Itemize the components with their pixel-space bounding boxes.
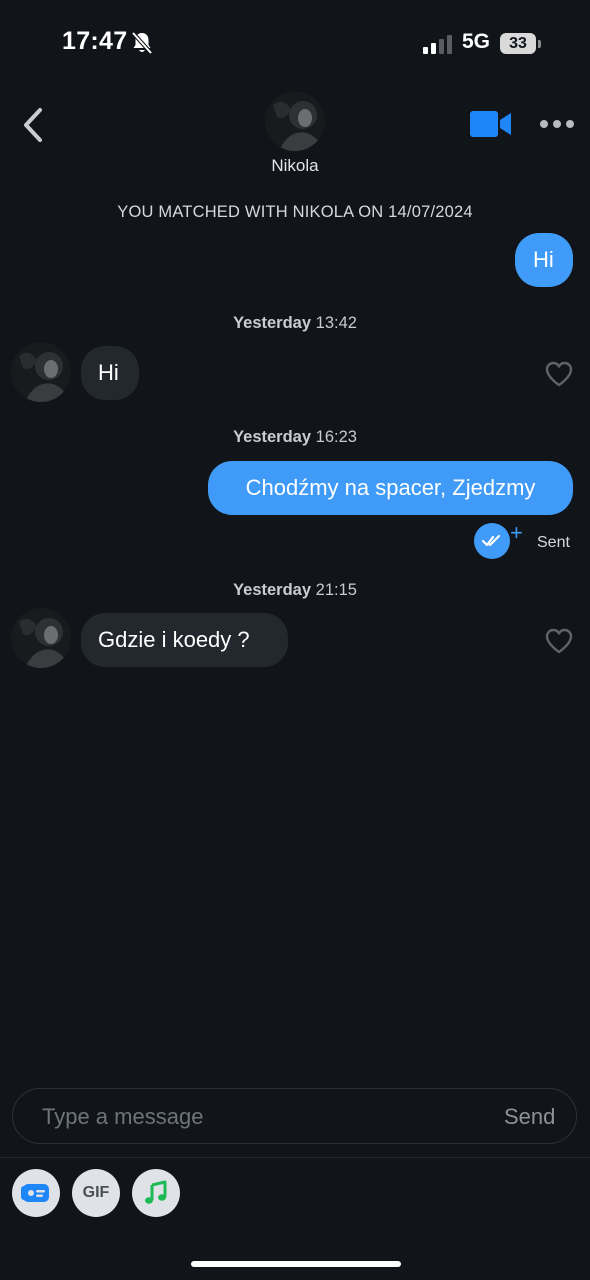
gif-label: GIF: [82, 1184, 110, 1201]
timestamp-day: Yesterday: [233, 428, 312, 446]
match-name[interactable]: Nikola: [195, 156, 395, 176]
message-timestamp: Yesterday 16:23: [0, 428, 590, 447]
message-input[interactable]: [42, 1101, 442, 1133]
id-card-icon: [21, 1184, 49, 1202]
match-avatar[interactable]: [265, 91, 325, 151]
music-button[interactable]: [132, 1169, 180, 1217]
music-note-icon: [145, 1180, 167, 1204]
home-indicator[interactable]: [191, 1261, 401, 1267]
timestamp-day: Yesterday: [233, 314, 312, 332]
avatar-photo: [11, 608, 71, 668]
timestamp-time: 16:23: [315, 428, 357, 446]
timestamp-day: Yesterday: [233, 581, 312, 599]
heart-like-icon[interactable]: [544, 360, 574, 388]
plus-icon[interactable]: +: [510, 522, 523, 544]
message-timestamp: Yesterday 13:42: [0, 314, 590, 333]
status-time: 17:47: [62, 27, 128, 55]
avatar-photo: [11, 342, 71, 402]
message-status: Sent: [537, 534, 570, 551]
outgoing-message-bubble[interactable]: Hi: [515, 233, 573, 287]
cellular-signal-icon: [423, 35, 452, 54]
avatar-photo: [265, 91, 325, 151]
message-timestamp: Yesterday 21:15: [0, 581, 590, 600]
sender-avatar[interactable]: [11, 342, 71, 402]
heart-like-icon[interactable]: [544, 627, 574, 655]
more-dots-icon[interactable]: [538, 116, 576, 132]
network-type: 5G: [462, 30, 491, 53]
toolbar-divider: [0, 1157, 590, 1158]
incoming-message-bubble[interactable]: Gdzie i koedy ?: [81, 613, 288, 667]
message-text: Chodźmy na spacer, Zjedzmy: [245, 475, 536, 500]
message-text: Hi: [533, 247, 554, 272]
match-notice: YOU MATCHED WITH NIKOLA ON 14/07/2024: [117, 203, 473, 221]
battery-indicator: 33: [500, 33, 536, 54]
id-card-button[interactable]: [12, 1169, 60, 1217]
message-text: Gdzie i koedy ?: [98, 627, 250, 652]
timestamp-time: 21:15: [315, 581, 357, 599]
sender-avatar[interactable]: [11, 608, 71, 668]
outgoing-message-bubble[interactable]: Chodźmy na spacer, Zjedzmy: [208, 461, 573, 515]
double-check-icon: [481, 534, 501, 547]
bell-muted-icon: [131, 31, 153, 55]
battery-level: 33: [509, 34, 527, 52]
battery-cap: [538, 40, 541, 48]
video-camera-icon[interactable]: [468, 109, 514, 139]
incoming-message-bubble[interactable]: Hi: [81, 346, 139, 400]
read-receipt-badge[interactable]: [474, 523, 510, 559]
back-chevron-icon[interactable]: [18, 104, 50, 146]
gif-button[interactable]: GIF: [72, 1169, 120, 1217]
timestamp-time: 13:42: [315, 314, 357, 332]
message-text: Hi: [98, 360, 119, 385]
send-button[interactable]: Send: [504, 1104, 555, 1130]
